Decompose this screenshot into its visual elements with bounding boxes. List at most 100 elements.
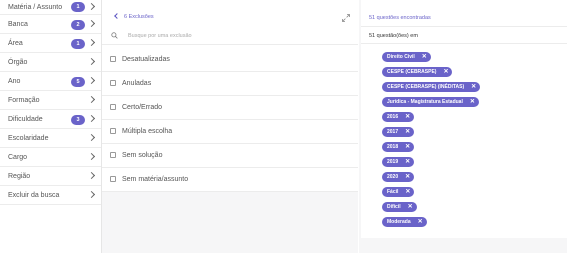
count-badge: 5 — [71, 77, 85, 87]
checkbox[interactable] — [110, 152, 116, 158]
chip-label: Jurídica - Magistratura Estadual — [387, 99, 463, 105]
chevron-right-icon — [87, 133, 96, 142]
chevron-right-icon — [87, 114, 96, 123]
checkbox[interactable] — [110, 128, 116, 134]
exclusion-option-anuladas[interactable]: Anuladas — [102, 72, 358, 96]
sidebar-item-label: Área — [8, 39, 23, 47]
chevron-right-icon — [87, 190, 96, 199]
results-card: 51 questões encontradas 51 questão(ões) … — [361, 0, 567, 238]
close-icon[interactable]: ✕ — [405, 144, 410, 150]
filter-chip[interactable]: Moderada ✕ — [382, 217, 427, 227]
filter-sidebar: Matéria / Assunto 1 Banca 2 Área 1 Órgão… — [0, 0, 102, 253]
chevron-right-icon — [87, 171, 96, 180]
filter-chip[interactable]: 2019 ✕ — [382, 157, 415, 167]
chip-label: 2016 — [387, 114, 399, 120]
filter-chip[interactable]: Fácil ✕ — [382, 187, 415, 197]
exclusion-option-label: Desatualizadas — [122, 56, 170, 63]
exclusion-option-sem-materia-assunto[interactable]: Sem matéria/assunto — [102, 168, 358, 192]
chip-label: 2019 — [387, 159, 399, 165]
chip-label: Difícil — [387, 204, 401, 210]
expand-icon[interactable] — [342, 14, 350, 22]
sidebar-item-label: Formação — [8, 96, 40, 104]
sidebar-item-ano[interactable]: Ano 5 — [0, 72, 101, 91]
filter-chip[interactable]: CESPE (CEBRASPE) (INÉDITAS) ✕ — [382, 82, 481, 92]
chevron-right-icon — [87, 95, 96, 104]
sidebar-item-label: Órgão — [8, 58, 28, 66]
divider — [361, 43, 567, 44]
chevron-right-icon — [87, 76, 96, 85]
results-found-text: 51 questões encontradas — [369, 15, 431, 21]
count-badge: 1 — [71, 2, 85, 12]
exclusion-option-sem-solucao[interactable]: Sem solução — [102, 144, 358, 168]
chevron-right-icon — [87, 19, 96, 28]
chip-label: Direito Civil — [387, 54, 415, 60]
exclusion-option-label: Sem matéria/assunto — [122, 176, 189, 183]
close-icon[interactable]: ✕ — [405, 189, 410, 195]
back-chevron-icon[interactable] — [114, 13, 120, 19]
close-icon[interactable]: ✕ — [422, 54, 427, 60]
chip-label: CESPE (CEBRASPE) — [387, 69, 437, 75]
sidebar-item-label: Dificuldade — [8, 115, 43, 123]
sidebar-item-orgao[interactable]: Órgão — [0, 53, 101, 72]
close-icon[interactable]: ✕ — [405, 159, 410, 165]
chip-label: CESPE (CEBRASPE) (INÉDITAS) — [387, 84, 465, 90]
sidebar-item-label: Cargo — [8, 153, 28, 161]
sidebar-item-label: Escolaridade — [8, 134, 49, 142]
exclusion-search-input[interactable] — [128, 30, 328, 42]
close-icon[interactable]: ✕ — [471, 84, 476, 90]
filter-chip[interactable]: 2018 ✕ — [382, 142, 415, 152]
close-icon[interactable]: ✕ — [405, 129, 410, 135]
count-badge: 2 — [71, 20, 85, 30]
sidebar-item-dificuldade[interactable]: Dificuldade 3 — [0, 110, 101, 129]
checkbox[interactable] — [110, 80, 116, 86]
sidebar-item-excluir-da-busca[interactable]: Excluir da busca — [0, 186, 101, 205]
sidebar-item-banca[interactable]: Banca 2 — [0, 15, 101, 34]
chip-label: Fácil — [387, 189, 399, 195]
close-icon[interactable]: ✕ — [405, 174, 410, 180]
close-icon[interactable]: ✕ — [418, 219, 423, 225]
sidebar-item-area[interactable]: Área 1 — [0, 34, 101, 53]
results-panel: 51 questões encontradas 51 questão(ões) … — [359, 0, 567, 253]
close-icon[interactable]: ✕ — [405, 114, 410, 120]
sidebar-item-label: Região — [8, 172, 31, 180]
exclusion-option-certo-errado[interactable]: Certo/Errado — [102, 96, 358, 120]
chip-label: 2017 — [387, 129, 399, 135]
filter-chip[interactable]: 2020 ✕ — [382, 172, 415, 182]
sidebar-item-regiao[interactable]: Região — [0, 167, 101, 186]
filter-chip[interactable]: CESPE (CEBRASPE) ✕ — [382, 67, 453, 77]
sidebar-item-label: Banca — [8, 20, 28, 28]
filter-chip[interactable]: Direito Civil ✕ — [382, 52, 431, 62]
chevron-right-icon — [87, 2, 96, 11]
filter-chip[interactable]: Difícil ✕ — [382, 202, 417, 212]
checkbox[interactable] — [110, 104, 116, 110]
checkbox[interactable] — [110, 56, 116, 62]
sidebar-item-cargo[interactable]: Cargo — [0, 148, 101, 167]
exclusions-title: 6 Exclusões — [124, 14, 154, 20]
filter-chip[interactable]: 2017 ✕ — [382, 127, 415, 137]
count-badge: 3 — [71, 115, 85, 125]
exclusion-option-multipla-escolha[interactable]: Múltipla escolha — [102, 120, 358, 144]
close-icon[interactable]: ✕ — [470, 99, 475, 105]
exclusions-header: 6 Exclusões — [102, 0, 358, 25]
sidebar-item-materia[interactable]: Matéria / Assunto 1 — [0, 0, 101, 15]
sidebar-item-label: Matéria / Assunto — [8, 3, 63, 11]
exclusion-option-label: Sem solução — [122, 152, 163, 159]
exclusion-option-label: Certo/Errado — [122, 104, 163, 111]
exclusions-card: 6 Exclusões Desatualizadas Anuladas Cert… — [102, 0, 358, 192]
sidebar-item-formacao[interactable]: Formação — [0, 91, 101, 110]
checkbox[interactable] — [110, 176, 116, 182]
close-icon[interactable]: ✕ — [443, 69, 448, 75]
count-badge: 1 — [71, 39, 85, 49]
chip-label: 2018 — [387, 144, 399, 150]
exclusions-panel: 6 Exclusões Desatualizadas Anuladas Cert… — [102, 0, 358, 253]
search-icon — [111, 32, 118, 39]
sidebar-item-label: Excluir da busca — [8, 191, 60, 199]
sidebar-item-escolaridade[interactable]: Escolaridade — [0, 129, 101, 148]
filter-chip[interactable]: Jurídica - Magistratura Estadual ✕ — [382, 97, 479, 107]
filter-chip[interactable]: 2016 ✕ — [382, 112, 415, 122]
divider — [361, 26, 567, 27]
exclusion-option-desatualizadas[interactable]: Desatualizadas — [102, 48, 358, 72]
exclusion-option-label: Anuladas — [122, 80, 152, 87]
close-icon[interactable]: ✕ — [408, 204, 413, 210]
results-count-text: 51 questão(ões) em — [369, 33, 418, 39]
